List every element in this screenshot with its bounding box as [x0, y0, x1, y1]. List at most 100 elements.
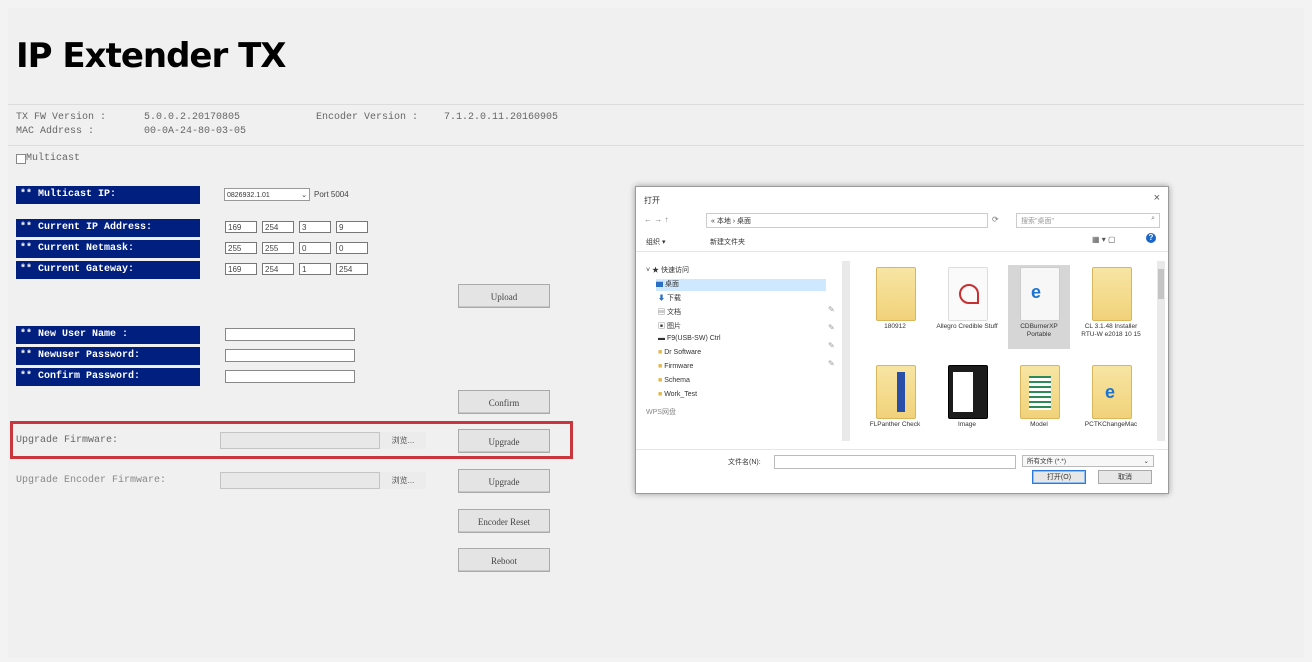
nav-item-cloud[interactable]: WPS网盘 — [646, 407, 676, 417]
gw-octet-2[interactable]: 254 — [262, 263, 294, 275]
file-name: Model — [1030, 421, 1048, 428]
multicast-ip-select[interactable]: 0826932.1.01 ⌄ — [224, 188, 310, 201]
confirm-password-input[interactable] — [225, 370, 355, 383]
refresh-icon[interactable]: ⟳ — [992, 215, 999, 224]
nav-item-drive[interactable]: ▬ F9(USB-SW) Ctrl — [658, 335, 721, 342]
cancel-button[interactable]: 取消 — [1098, 470, 1152, 484]
upgrade-encoder-firmware-label: Upgrade Encoder Firmware: — [16, 475, 167, 486]
search-input[interactable]: 搜索"桌面" ⌕ — [1016, 213, 1160, 228]
divider — [8, 145, 1304, 146]
ip-octet-4[interactable]: 9 — [336, 221, 368, 233]
encoder-firmware-file-input[interactable]: 浏览... — [220, 472, 426, 489]
nav-item-pictures[interactable]: ▣ 图片 — [658, 321, 681, 331]
multicast-label: Multicast — [26, 153, 81, 164]
upgrade-encoder-button[interactable]: Upgrade — [458, 469, 550, 493]
multicast-checkbox[interactable] — [16, 154, 26, 164]
reboot-button[interactable]: Reboot — [458, 548, 550, 572]
organize-menu[interactable]: 组织 ▾ — [646, 237, 665, 247]
new-folder-button[interactable]: 新建文件夹 — [710, 237, 745, 247]
nav-item-folder[interactable]: ■ Schema — [658, 377, 690, 384]
address-bar[interactable]: « 本地 › 桌面 — [706, 213, 988, 228]
search-placeholder: 搜索"桌面" — [1021, 218, 1054, 225]
nav-item-quick-access[interactable]: ˅ ★ 快速访问 — [646, 265, 689, 275]
nav-item-downloads[interactable]: ⬇ 下载 — [658, 293, 681, 303]
gw-octet-4[interactable]: 254 — [336, 263, 368, 275]
tx-fw-label: TX FW Version : — [16, 112, 107, 123]
nav-scrollbar[interactable] — [842, 261, 850, 441]
current-netmask-label: ** Current Netmask: — [16, 240, 200, 258]
file-name: 180912 — [884, 323, 906, 330]
folder-icon — [876, 365, 916, 419]
close-icon[interactable]: × — [1154, 192, 1160, 204]
edge-icon: e — [1092, 365, 1132, 419]
upload-button[interactable]: Upload — [458, 284, 550, 308]
pin-icon: ✎ ✎ ✎ ✎ — [828, 305, 835, 368]
file-item[interactable]: Allegro Credible Stuff — [936, 265, 998, 349]
file-name: CDBurnerXP Portable — [1020, 323, 1058, 338]
open-button[interactable]: 打开(O) — [1032, 470, 1086, 484]
nav-item-folder[interactable]: ■ Work_Test — [658, 391, 697, 398]
new-user-password-label: ** Newuser Password: — [16, 347, 200, 365]
mac-label: MAC Address : — [16, 126, 95, 137]
encoder-version-value: 7.1.2.0.11.20160905 — [444, 112, 559, 123]
footer-divider — [636, 449, 1168, 450]
filetype-select[interactable]: 所有文件 (*.*) ⌄ — [1022, 455, 1154, 467]
toolbar-divider — [636, 251, 1168, 252]
file-item[interactable]: CL 3.1.48 Installer RTU-W e2018 10 15 — [1080, 265, 1142, 349]
file-name: CL 3.1.48 Installer RTU-W e2018 10 15 — [1081, 323, 1141, 338]
back-forward-icons[interactable]: ← → ↑ — [644, 215, 668, 224]
spreadsheet-icon — [1020, 365, 1060, 419]
address-path: « 本地 › 桌面 — [711, 218, 752, 225]
filename-input[interactable] — [774, 455, 1016, 469]
nav-item-desktop[interactable]: ▆ 桌面 — [656, 279, 826, 291]
file-grid: 180912 Allegro Credible Stuff e CDBurner… — [864, 265, 1154, 445]
encoder-version-label: Encoder Version : — [316, 112, 419, 123]
search-icon: ⌕ — [1151, 215, 1155, 222]
file-name: FLPanther Check — [869, 421, 921, 428]
confirm-button[interactable]: Confirm — [458, 390, 550, 414]
new-user-name-input[interactable] — [225, 328, 355, 341]
view-options-icon[interactable]: ▦ ▾ ▢ — [1092, 235, 1116, 244]
chevron-down-icon: ⌄ — [301, 192, 307, 199]
ip-octet-1[interactable]: 169 — [225, 221, 257, 233]
pdf-icon — [948, 267, 988, 321]
new-user-password-input[interactable] — [225, 349, 355, 362]
files-scrollbar[interactable] — [1157, 261, 1165, 441]
ip-octet-2[interactable]: 254 — [262, 221, 294, 233]
image-icon — [948, 365, 988, 419]
encoder-firmware-browse-button[interactable]: 浏览... — [379, 472, 426, 489]
mask-octet-2[interactable]: 255 — [262, 242, 294, 254]
highlight-annotation — [10, 421, 573, 459]
mask-octet-3[interactable]: 0 — [299, 242, 331, 254]
file-item[interactable]: Model — [1008, 363, 1070, 447]
nav-item-folder[interactable]: ■ Dr Software — [658, 349, 701, 356]
nav-item-folder[interactable]: ■ Firmware — [658, 363, 693, 370]
filetype-value: 所有文件 (*.*) — [1027, 458, 1066, 465]
page-title: IP Extender TX — [16, 36, 286, 76]
file-open-dialog: 打开 × ← → ↑ « 本地 › 桌面 ⟳ 搜索"桌面" ⌕ 组织 ▾ 新建文… — [635, 186, 1169, 494]
help-icon[interactable]: ? — [1146, 233, 1156, 243]
current-ip-label: ** Current IP Address: — [16, 219, 200, 237]
mask-octet-4[interactable]: 0 — [336, 242, 368, 254]
file-item[interactable]: FLPanther Check — [864, 363, 926, 447]
nav-item-documents[interactable]: ▤ 文档 — [658, 307, 681, 317]
tx-fw-value: 5.0.0.2.20170805 — [144, 112, 241, 123]
chevron-down-icon: ⌄ — [1143, 458, 1149, 465]
gw-octet-1[interactable]: 169 — [225, 263, 257, 275]
ip-octet-3[interactable]: 3 — [299, 221, 331, 233]
edge-icon: e — [1020, 267, 1060, 321]
file-item[interactable]: 180912 — [864, 265, 926, 349]
filename-label: 文件名(N): — [728, 459, 761, 466]
file-name: Image — [957, 421, 977, 428]
file-item[interactable]: Image — [936, 363, 998, 447]
dialog-title: 打开 — [644, 196, 660, 205]
file-item[interactable]: e PCTKChangeMac — [1080, 363, 1142, 447]
encoder-reset-button[interactable]: Encoder Reset — [458, 509, 550, 533]
multicast-ip-label: ** Multicast IP: — [16, 186, 200, 204]
port-label: Port 5004 — [314, 190, 349, 199]
current-gateway-label: ** Current Gateway: — [16, 261, 200, 279]
file-item[interactable]: e CDBurnerXP Portable — [1008, 265, 1070, 349]
gw-octet-3[interactable]: 1 — [299, 263, 331, 275]
folder-icon — [876, 267, 916, 321]
mask-octet-1[interactable]: 255 — [225, 242, 257, 254]
